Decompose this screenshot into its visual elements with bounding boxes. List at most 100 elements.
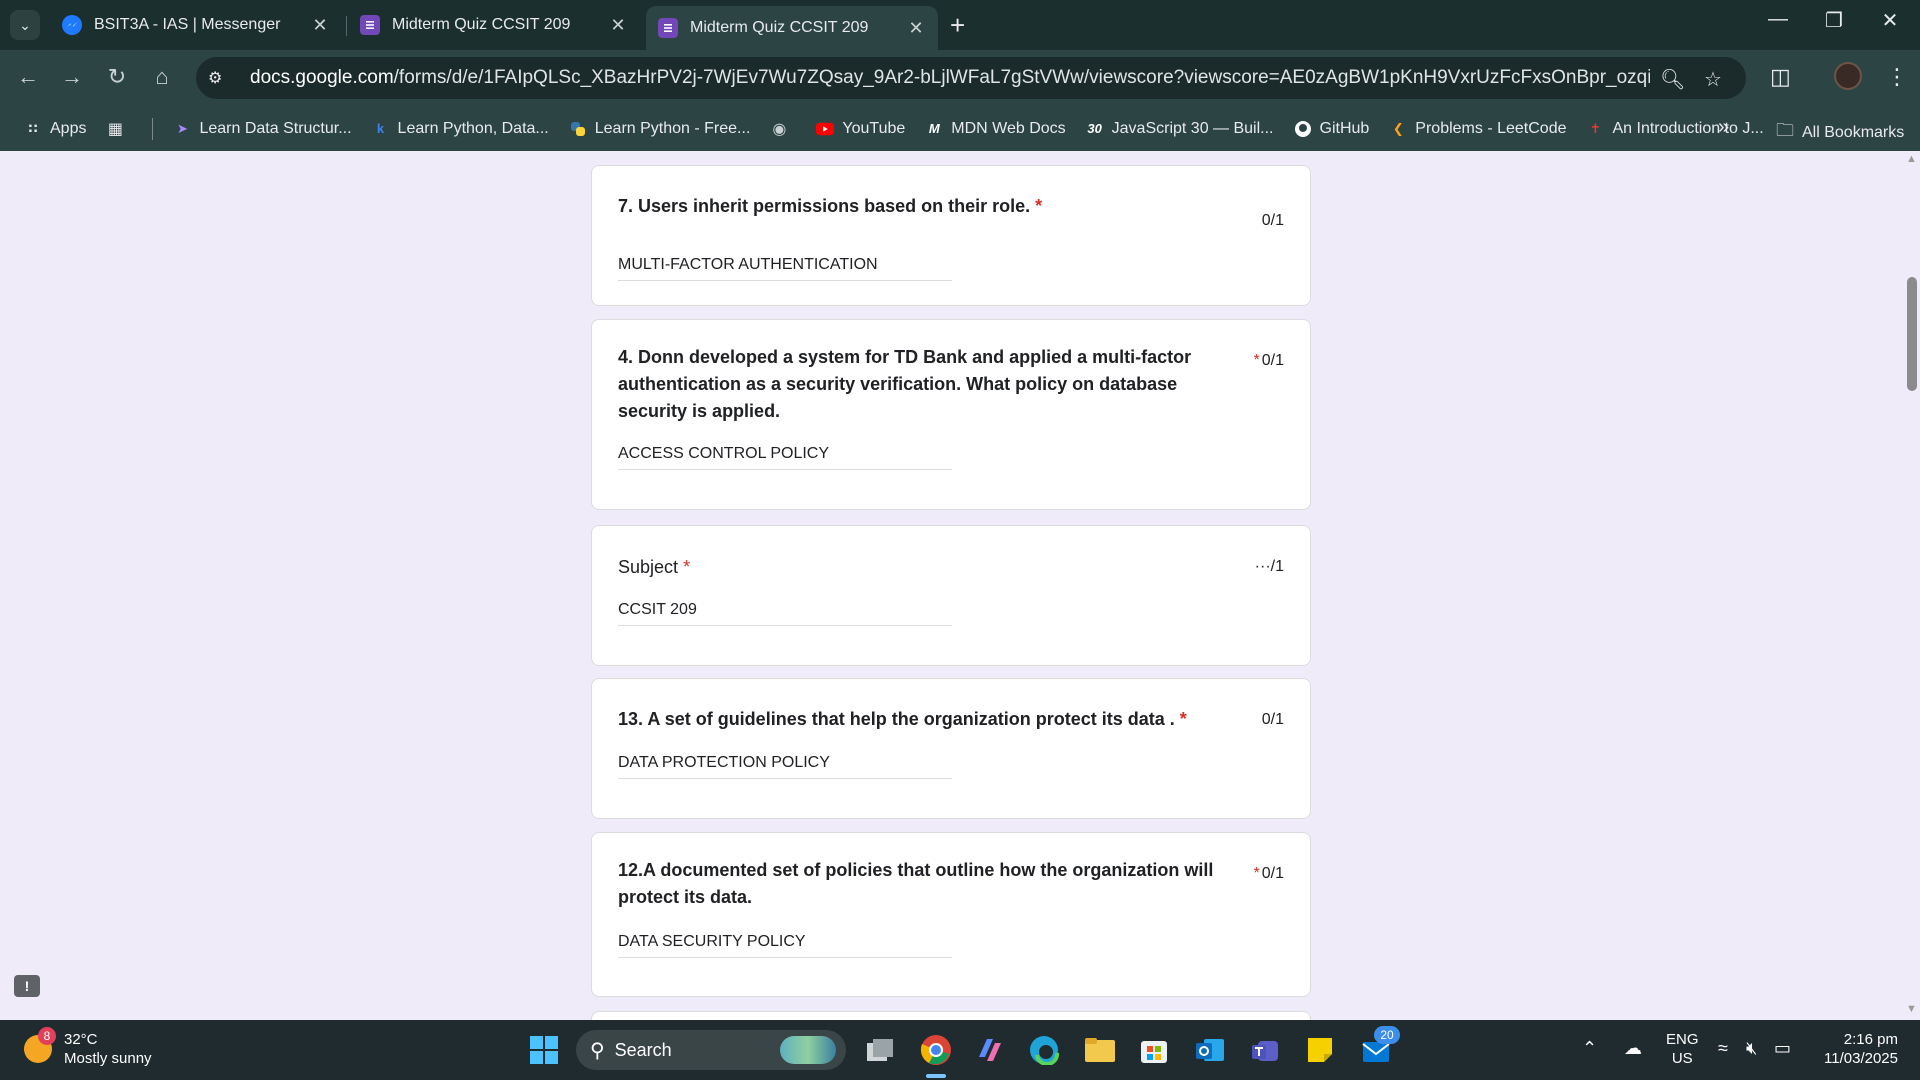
clock-time: 2:16 pm [1843,1031,1898,1048]
all-bookmarks-label: All Bookmarks [1802,124,1905,141]
scroll-up-icon[interactable]: ▲ [1906,153,1917,165]
tab-strip: ⌄ BSIT3A - IAS | Messenger ✕ Midterm Qui… [0,0,1920,50]
question-title: 13. A set of guidelines that help the or… [618,706,1238,733]
address-bar[interactable]: ⚙ docs.google.com/forms/d/e/1FAIpQLSc_XB… [196,57,1746,99]
tab-title: Midterm Quiz CCSIT 209 [392,16,571,33]
task-view-icon[interactable] [862,1032,898,1068]
url-path: /forms/d/e/1FAIpQLSc_XBazHrPV2j-7WjEv7Wu… [393,67,1650,88]
home-icon[interactable]: ⌂ [146,64,178,90]
notification-badge: 20 [1374,1026,1400,1044]
score-text: 0/1 [1261,865,1284,882]
required-asterisk: * [1253,865,1260,882]
form-page: 7. Users inherit permissions based on th… [0,151,1903,1020]
messenger-icon [62,15,82,35]
extensions-icon[interactable]: ◫ [1770,64,1791,90]
bookmark-leetcode[interactable]: ❮ Problems - LeetCode [1389,120,1567,138]
sticky-notes-icon[interactable] [1302,1032,1338,1068]
language-indicator[interactable]: ENG US [1666,1030,1699,1068]
url-text[interactable]: docs.google.com/forms/d/e/1FAIpQLSc_XBaz… [250,67,1650,89]
all-bookmarks-button[interactable]: 🗀︎ All Bookmarks [1776,118,1904,148]
restore-button[interactable]: ❐ [1814,8,1854,33]
scrollbar-thumb[interactable] [1907,277,1917,391]
page-scrollbar[interactable]: ▲ ▼ [1903,151,1920,1020]
globe-icon: ◉ [772,120,787,138]
bookmark-youtube[interactable]: YouTube [816,120,905,138]
scroll-down-icon[interactable]: ▼ [1906,1003,1917,1015]
js30-icon: 30 [1087,121,1102,136]
report-issue-icon[interactable]: ! [14,975,40,997]
url-host: docs.google.com [250,67,394,88]
lang-line-1: ENG [1666,1031,1699,1048]
bookmark-intro[interactable]: ✝ An Introduction to J... [1586,120,1764,138]
weather-desc: Mostly sunny [64,1050,152,1067]
close-icon[interactable]: ✕ [310,15,330,36]
minimize-button[interactable]: — [1758,8,1798,31]
question-card: 7. Users inherit permissions based on th… [591,165,1311,306]
system-clock[interactable]: 2:16 pm 11/03/2025 [1808,1030,1898,1068]
mdn-icon: M [928,121,940,136]
bookmark-learn-python-data[interactable]: k Learn Python, Data... [372,120,549,138]
chrome-icon[interactable] [918,1032,954,1068]
tab-search-button[interactable]: ⌄ [10,10,40,40]
bookmark-label: Learn Python, Data... [397,119,549,137]
answer-value: MULTI-FACTOR AUTHENTICATION [618,256,952,281]
outlook-icon[interactable] [1192,1032,1228,1068]
windows-start-icon[interactable] [526,1032,562,1068]
profile-avatar[interactable] [1834,62,1862,90]
sun-icon: 8 [24,1027,56,1063]
google-forms-icon [658,18,678,38]
tab-midterm-quiz-active[interactable]: Midterm Quiz CCSIT 209 ✕ [646,6,938,50]
tab-groups-icon: ▦ [107,120,124,138]
close-icon[interactable]: ✕ [906,18,926,39]
weather-widget[interactable]: 8 32°C Mostly sunny [24,1027,152,1068]
question-card: 4. Donn developed a system for TD Bank a… [591,319,1311,510]
menu-icon[interactable]: ⋮ [1886,64,1908,90]
onedrive-icon[interactable]: ☁︎ [1624,1038,1642,1059]
copilot-icon[interactable] [972,1032,1008,1068]
chevron-double-right-icon[interactable]: » [1718,116,1729,139]
taskbar-search[interactable]: ⚲ Search [576,1030,846,1070]
bookmark-javascript30[interactable]: 30 JavaScript 30 — Buil... [1086,119,1274,138]
bookmark-tab-groups[interactable]: ▦ [106,120,132,138]
tab-midterm-quiz[interactable]: Midterm Quiz CCSIT 209 ✕ [348,7,640,43]
reload-icon[interactable]: ↻ [101,64,133,90]
search-highlight-image [780,1036,836,1064]
answer-value: DATA SECURITY POLICY [618,933,952,958]
bookmark-learn-data-structures[interactable]: ➤ Learn Data Structur... [173,119,352,138]
weather-badge: 8 [38,1027,56,1045]
wifi-icon[interactable]: ≈ [1718,1038,1728,1059]
bookmark-star-icon[interactable]: ☆ [1704,67,1722,92]
bookmark-label: JavaScript 30 — Buil... [1111,119,1274,137]
teams-icon[interactable] [1248,1032,1284,1068]
question-title: 12.A documented set of policies that out… [618,860,1214,907]
bookmark-apps[interactable]: ∷ Apps [24,120,86,138]
bookmark-github[interactable]: GitHub [1294,120,1369,138]
bookmark-learn-python-free[interactable]: Learn Python - Free... [569,119,751,138]
file-explorer-icon[interactable] [1082,1032,1118,1068]
speaker-muted-icon[interactable]: 🔇︎ [1746,1038,1757,1059]
active-app-indicator [926,1074,946,1078]
bookmark-mdn[interactable]: M MDN Web Docs [925,120,1066,138]
required-asterisk: * [683,557,691,577]
chevron-up-icon[interactable]: ⌃ [1582,1038,1597,1059]
question-score: * 0/1 [1254,352,1284,370]
edge-icon[interactable] [1026,1032,1062,1068]
battery-icon[interactable]: ▭ [1774,1038,1791,1059]
site-info-icon[interactable]: ⚙ [208,68,232,88]
bookmark-label: Learn Data Structur... [199,119,352,137]
back-arrow-icon[interactable]: ← [12,64,44,90]
microsoft-store-icon[interactable] [1136,1032,1172,1068]
new-tab-button[interactable]: + [950,10,965,40]
tab-title: BSIT3A - IAS | Messenger [94,16,281,33]
close-window-button[interactable]: ✕ [1870,8,1910,33]
question-text: 13. A set of guidelines that help the or… [618,709,1175,729]
leetcode-icon: ❮ [1392,120,1404,136]
bookmark-globe[interactable]: ◉ [770,120,796,138]
close-icon[interactable]: ✕ [608,15,628,36]
bookmark-label: Learn Python - Free... [594,119,751,137]
question-card-partial [591,1011,1311,1020]
forward-arrow-icon[interactable]: → [56,64,88,90]
windows-taskbar: 8 32°C Mostly sunny ⚲ Search 20 ⌃ ☁︎ ENG… [0,1020,1920,1080]
zoom-search-icon[interactable]: 🔍︎ [1660,67,1685,92]
tab-messenger[interactable]: BSIT3A - IAS | Messenger ✕ [50,7,342,43]
